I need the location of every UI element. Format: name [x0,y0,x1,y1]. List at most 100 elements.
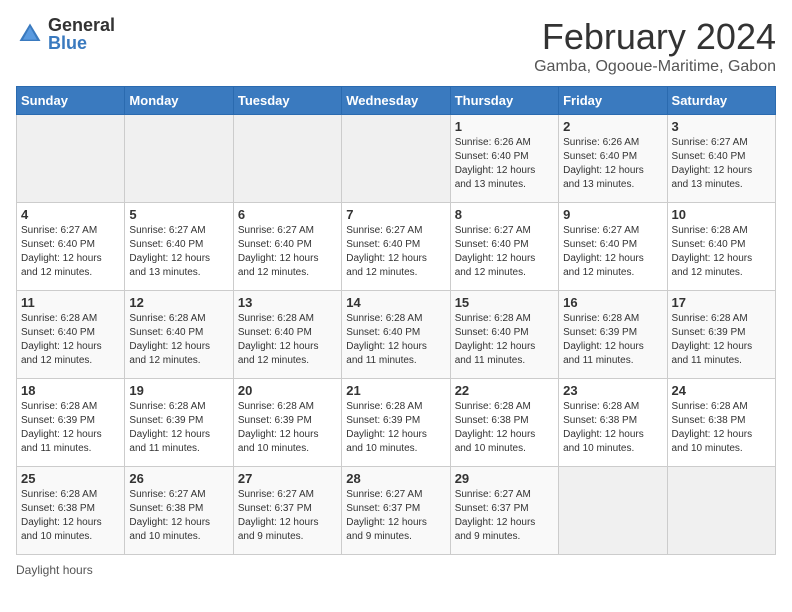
calendar-cell: 2 Sunrise: 6:26 AM Sunset: 6:40 PM Daylig… [559,115,667,203]
day-info: Sunrise: 6:27 AM Sunset: 6:40 PM Dayligh… [21,224,120,280]
calendar-cell: 18Sunrise: 6:28 AM Sunset: 6:39 PM Dayli… [17,379,125,467]
day-info: Sunrise: 6:28 AM Sunset: 6:39 PM Dayligh… [563,312,662,368]
day-info: Sunrise: 6:28 AM Sunset: 6:39 PM Dayligh… [129,400,228,456]
day-number: 9 [563,207,662,222]
day-number: 26 [129,471,228,486]
day-number: 19 [129,383,228,398]
calendar-cell: 27Sunrise: 6:27 AM Sunset: 6:37 PM Dayli… [233,467,341,555]
week-row-1: 4 Sunrise: 6:27 AM Sunset: 6:40 PM Daylig… [17,203,776,291]
calendar-cell: 5 Sunrise: 6:27 AM Sunset: 6:40 PM Daylig… [125,203,233,291]
day-info: Sunrise: 6:27 AM Sunset: 6:40 PM Dayligh… [129,224,228,280]
calendar-cell: 19 Sunrise: 6:28 AM Sunset: 6:39 PM Dayli… [125,379,233,467]
day-info: Sunrise: 6:28 AM Sunset: 6:40 PM Dayligh… [672,224,771,280]
day-info: Sunrise: 6:28 AM Sunset: 6:40 PM Dayligh… [455,312,554,368]
calendar-cell: 29 Sunrise: 6:27 AM Sunset: 6:37 PM Dayli… [450,467,558,555]
calendar-cell: 6Sunrise: 6:27 AM Sunset: 6:40 PM Daylig… [233,203,341,291]
calendar-cell: 3Sunrise: 6:27 AM Sunset: 6:40 PM Daylig… [667,115,775,203]
day-info: Sunrise: 6:27 AM Sunset: 6:40 PM Dayligh… [346,224,445,280]
logo-blue-text: Blue [48,34,115,52]
header-day-wednesday: Wednesday [342,87,450,115]
day-info: Sunrise: 6:26 AM Sunset: 6:40 PM Dayligh… [455,136,554,192]
calendar-cell: 22 Sunrise: 6:28 AM Sunset: 6:38 PM Dayli… [450,379,558,467]
day-number: 24 [672,383,771,398]
day-info: Sunrise: 6:28 AM Sunset: 6:38 PM Dayligh… [563,400,662,456]
day-info: Sunrise: 6:28 AM Sunset: 6:40 PM Dayligh… [346,312,445,368]
day-info: Sunrise: 6:26 AM Sunset: 6:40 PM Dayligh… [563,136,662,192]
calendar-table: SundayMondayTuesdayWednesdayThursdayFrid… [16,86,776,555]
day-number: 29 [455,471,554,486]
day-number: 21 [346,383,445,398]
day-info: Sunrise: 6:27 AM Sunset: 6:40 PM Dayligh… [563,224,662,280]
calendar-cell: 14Sunrise: 6:28 AM Sunset: 6:40 PM Dayli… [342,291,450,379]
calendar-cell [559,467,667,555]
title-area: February 2024 Gamba, Ogooue-Maritime, Ga… [534,16,776,76]
day-info: Sunrise: 6:28 AM Sunset: 6:40 PM Dayligh… [129,312,228,368]
calendar-cell [233,115,341,203]
day-number: 4 [21,207,120,222]
day-number: 15 [455,295,554,310]
day-info: Sunrise: 6:27 AM Sunset: 6:38 PM Dayligh… [129,488,228,544]
day-number: 2 [563,119,662,134]
day-info: Sunrise: 6:28 AM Sunset: 6:38 PM Dayligh… [672,400,771,456]
day-info: Sunrise: 6:28 AM Sunset: 6:38 PM Dayligh… [21,488,120,544]
header-day-saturday: Saturday [667,87,775,115]
day-info: Sunrise: 6:27 AM Sunset: 6:37 PM Dayligh… [346,488,445,544]
calendar-cell: 1 Sunrise: 6:26 AM Sunset: 6:40 PM Daylig… [450,115,558,203]
day-number: 27 [238,471,337,486]
header-day-sunday: Sunday [17,87,125,115]
day-info: Sunrise: 6:28 AM Sunset: 6:38 PM Dayligh… [455,400,554,456]
calendar-cell: 17 Sunrise: 6:28 AM Sunset: 6:39 PM Dayli… [667,291,775,379]
day-info: Sunrise: 6:28 AM Sunset: 6:40 PM Dayligh… [238,312,337,368]
day-number: 8 [455,207,554,222]
header: General Blue February 2024 Gamba, Ogooue… [16,16,776,76]
calendar-cell: 10 Sunrise: 6:28 AM Sunset: 6:40 PM Dayli… [667,203,775,291]
calendar-cell: 11Sunrise: 6:28 AM Sunset: 6:40 PM Dayli… [17,291,125,379]
logo: General Blue [16,16,115,52]
day-number: 7 [346,207,445,222]
day-info: Sunrise: 6:27 AM Sunset: 6:37 PM Dayligh… [455,488,554,544]
calendar-cell: 16Sunrise: 6:28 AM Sunset: 6:39 PM Dayli… [559,291,667,379]
logo-icon [16,20,44,48]
calendar-cell: 8Sunrise: 6:27 AM Sunset: 6:40 PM Daylig… [450,203,558,291]
header-day-friday: Friday [559,87,667,115]
header-row: SundayMondayTuesdayWednesdayThursdayFrid… [17,87,776,115]
header-day-tuesday: Tuesday [233,87,341,115]
day-number: 28 [346,471,445,486]
day-number: 22 [455,383,554,398]
calendar-cell: 26 Sunrise: 6:27 AM Sunset: 6:38 PM Dayli… [125,467,233,555]
page-title: February 2024 [534,16,776,58]
calendar-cell: 21Sunrise: 6:28 AM Sunset: 6:39 PM Dayli… [342,379,450,467]
day-info: Sunrise: 6:27 AM Sunset: 6:40 PM Dayligh… [672,136,771,192]
day-number: 13 [238,295,337,310]
day-info: Sunrise: 6:28 AM Sunset: 6:39 PM Dayligh… [672,312,771,368]
header-day-thursday: Thursday [450,87,558,115]
day-info: Sunrise: 6:28 AM Sunset: 6:39 PM Dayligh… [238,400,337,456]
page-subtitle: Gamba, Ogooue-Maritime, Gabon [534,58,776,76]
calendar-cell [342,115,450,203]
calendar-cell [125,115,233,203]
logo-text: General Blue [48,16,115,52]
day-number: 5 [129,207,228,222]
day-number: 12 [129,295,228,310]
day-info: Sunrise: 6:28 AM Sunset: 6:40 PM Dayligh… [21,312,120,368]
calendar-cell [17,115,125,203]
calendar-cell: 4 Sunrise: 6:27 AM Sunset: 6:40 PM Daylig… [17,203,125,291]
calendar-cell: 24 Sunrise: 6:28 AM Sunset: 6:38 PM Dayli… [667,379,775,467]
calendar-cell: 20Sunrise: 6:28 AM Sunset: 6:39 PM Dayli… [233,379,341,467]
header-day-monday: Monday [125,87,233,115]
day-number: 10 [672,207,771,222]
calendar-body: 1 Sunrise: 6:26 AM Sunset: 6:40 PM Daylig… [17,115,776,555]
calendar-cell: 28 Sunrise: 6:27 AM Sunset: 6:37 PM Dayli… [342,467,450,555]
week-row-0: 1 Sunrise: 6:26 AM Sunset: 6:40 PM Daylig… [17,115,776,203]
calendar-cell: 15 Sunrise: 6:28 AM Sunset: 6:40 PM Dayli… [450,291,558,379]
day-number: 6 [238,207,337,222]
calendar-cell: 13 Sunrise: 6:28 AM Sunset: 6:40 PM Dayli… [233,291,341,379]
week-row-4: 25 Sunrise: 6:28 AM Sunset: 6:38 PM Dayli… [17,467,776,555]
day-number: 1 [455,119,554,134]
day-info: Sunrise: 6:28 AM Sunset: 6:39 PM Dayligh… [21,400,120,456]
calendar-cell [667,467,775,555]
day-number: 17 [672,295,771,310]
day-number: 25 [21,471,120,486]
calendar-cell: 9 Sunrise: 6:27 AM Sunset: 6:40 PM Daylig… [559,203,667,291]
calendar-cell: 12 Sunrise: 6:28 AM Sunset: 6:40 PM Dayli… [125,291,233,379]
